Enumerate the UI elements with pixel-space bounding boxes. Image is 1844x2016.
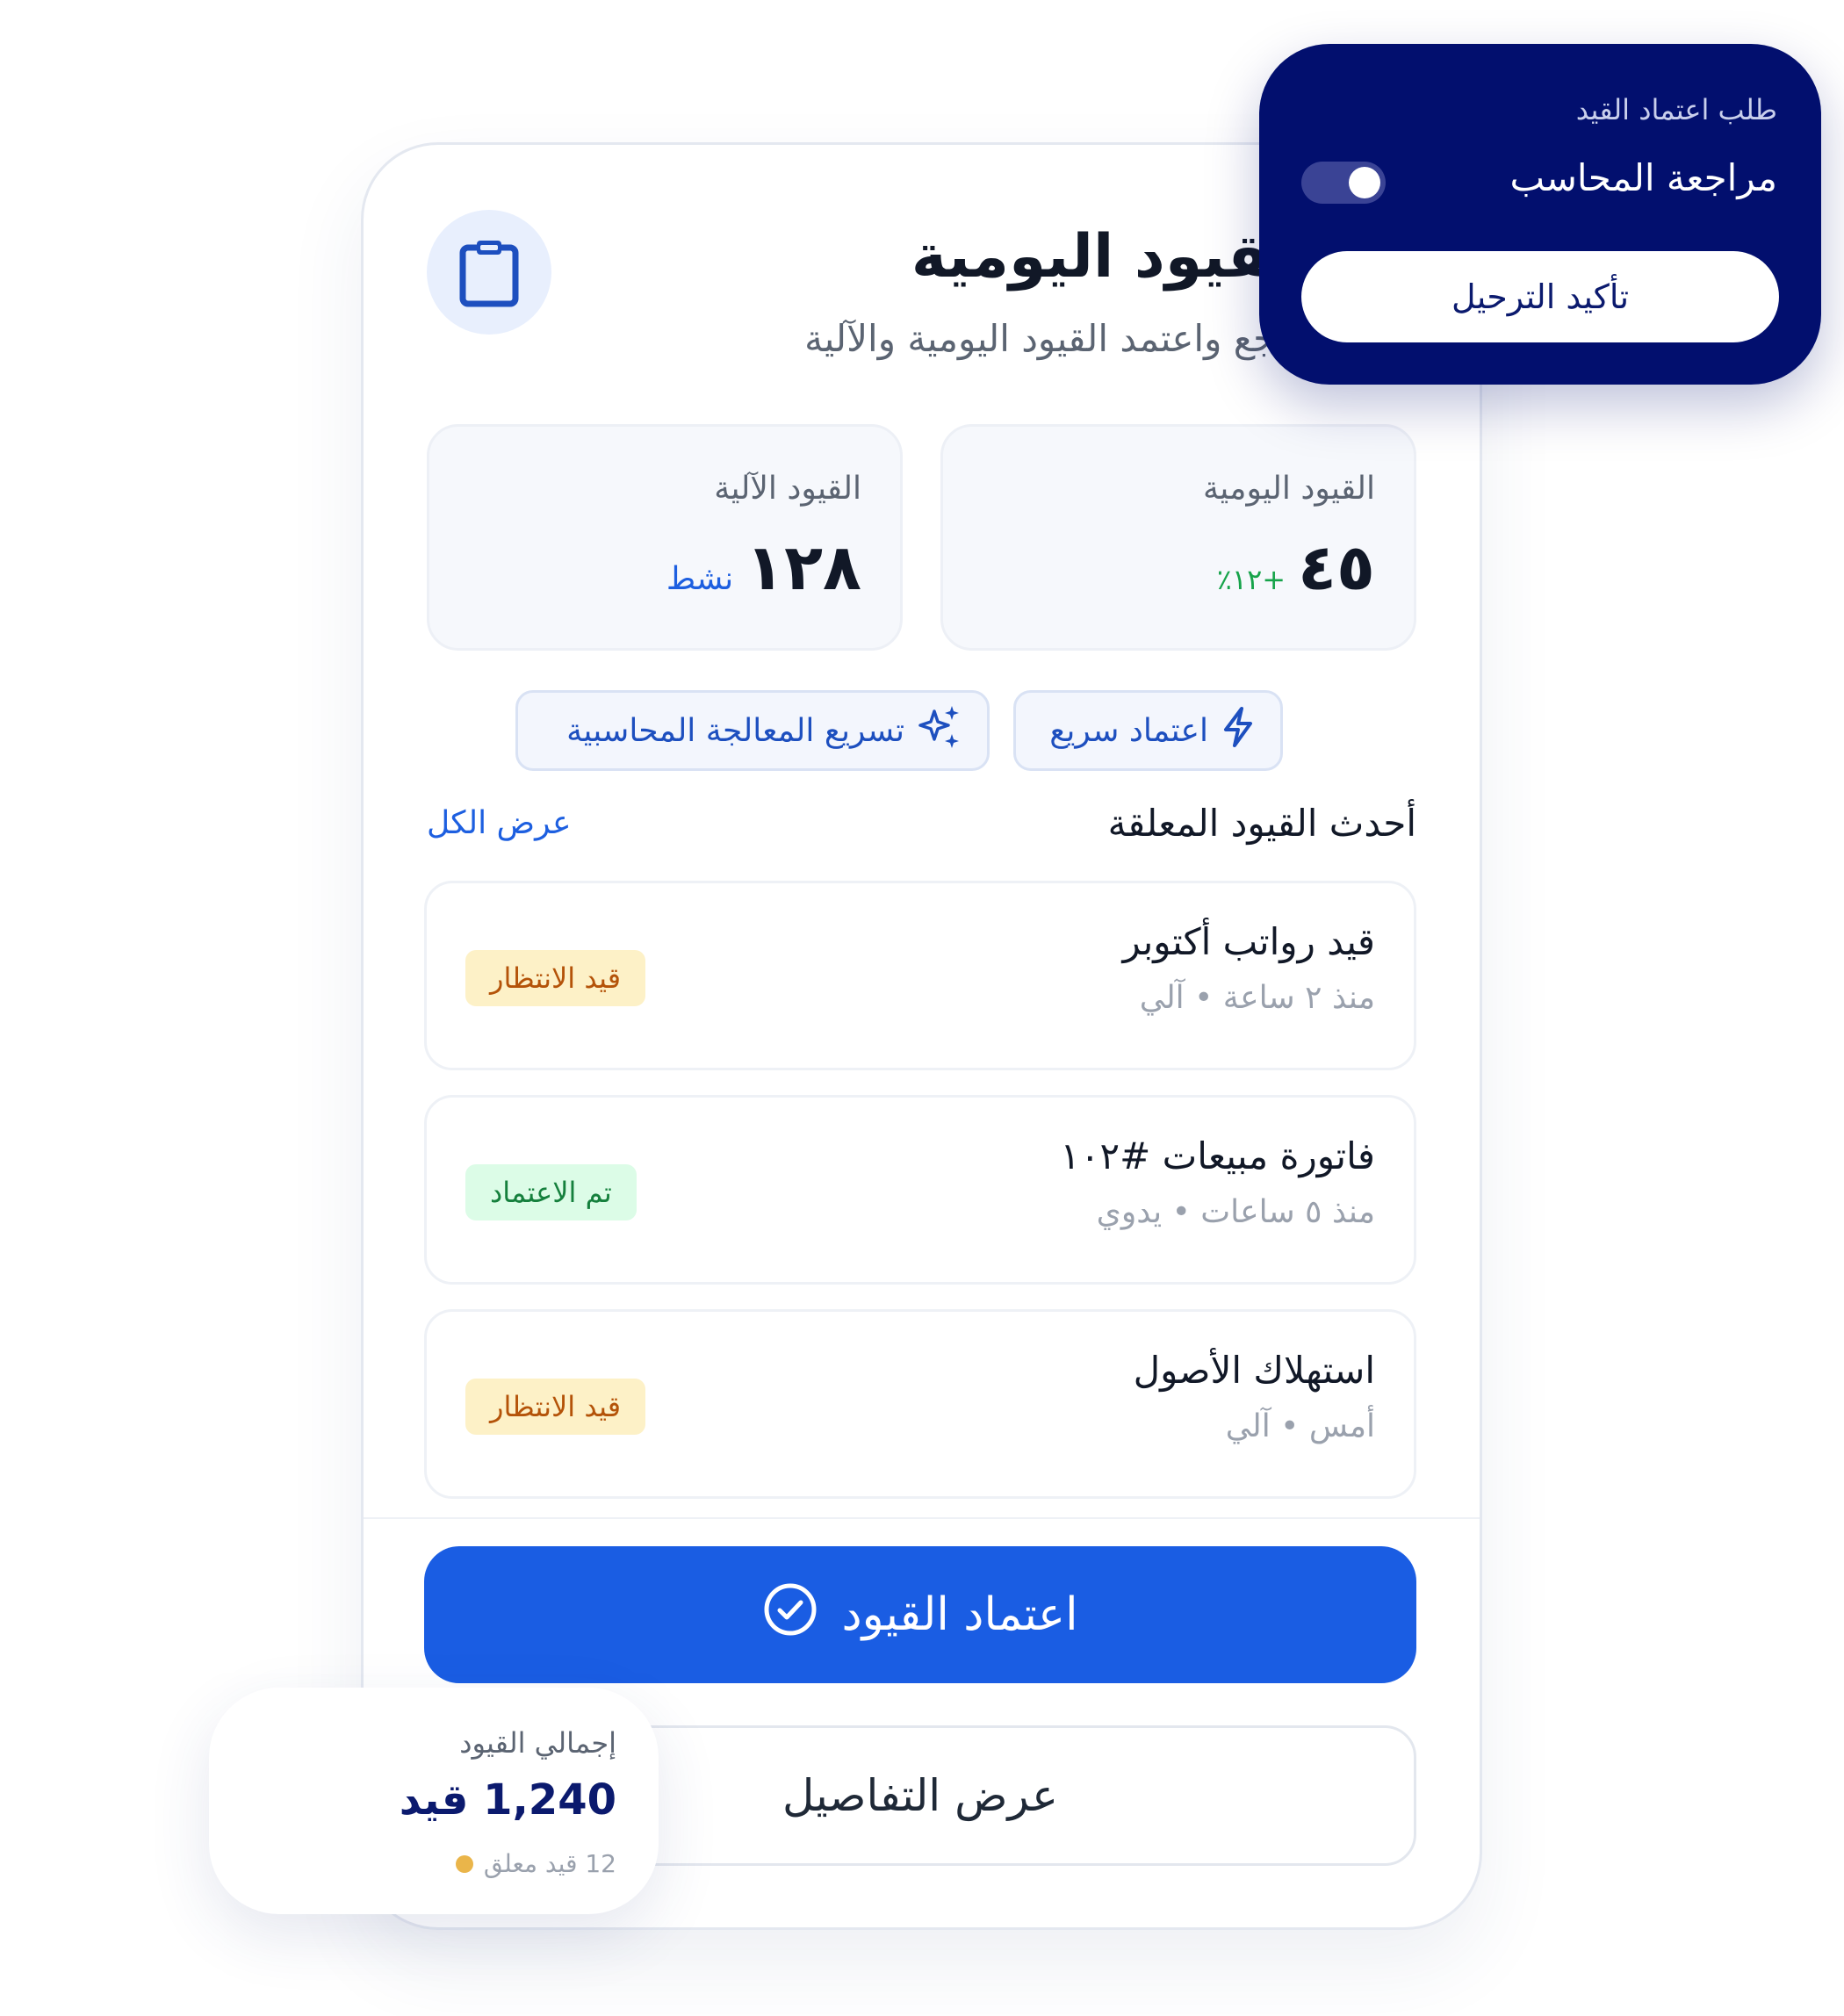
page-subtitle: راجع واعتمد القيود اليومية والآلية bbox=[804, 317, 1304, 360]
entry-meta: منذ ٥ ساعات • يدوي bbox=[1096, 1194, 1375, 1230]
approve-entries-button[interactable]: اعتماد القيود bbox=[424, 1546, 1416, 1683]
stage: القيود اليومية راجع واعتمد القيود اليومي… bbox=[0, 0, 1844, 2016]
stat-value: ٤٥ bbox=[1298, 530, 1375, 604]
status-badge: تم الاعتماد bbox=[465, 1164, 637, 1220]
approval-request-popover: طلب اعتماد القيد مراجعة المحاسب تأكيد ال… bbox=[1259, 44, 1821, 385]
divider bbox=[364, 1517, 1480, 1519]
total-label: إجمالي القيود bbox=[459, 1726, 616, 1760]
accelerate-processing-button[interactable]: تسريع المعالجة المحاسبية bbox=[515, 690, 990, 771]
status-badge: قيد الانتظار bbox=[465, 1379, 646, 1435]
sparkles-icon bbox=[917, 704, 962, 758]
quick-approve-label: اعتماد سريع bbox=[1049, 712, 1208, 749]
accountant-review-label: مراجعة المحاسب bbox=[1509, 156, 1777, 199]
entry-title: استهلاك الأصول bbox=[1133, 1349, 1375, 1392]
total-entries-card: إجمالي القيود 1,240 قيد 12 قيد معلق bbox=[209, 1688, 659, 1914]
confirm-posting-button[interactable]: تأكيد الترحيل bbox=[1301, 251, 1779, 342]
total-value: 1,240 قيد bbox=[399, 1775, 616, 1825]
pending-count-text: 12 قيد معلق bbox=[483, 1849, 616, 1878]
accelerate-label: تسريع المعالجة المحاسبية bbox=[566, 712, 904, 749]
stat-card-automated: القيود الآلية ١٢٨ نشط bbox=[427, 424, 903, 651]
popover-label: طلب اعتماد القيد bbox=[1575, 93, 1777, 126]
check-circle-icon bbox=[762, 1581, 818, 1649]
quick-approve-button[interactable]: اعتماد سريع bbox=[1013, 690, 1283, 771]
clipboard-icon bbox=[427, 210, 551, 335]
approve-entries-label: اعتماد القيود bbox=[841, 1588, 1078, 1641]
accountant-review-toggle[interactable] bbox=[1301, 162, 1386, 204]
entry-meta: منذ ٢ ساعة • آلي bbox=[1139, 980, 1375, 1016]
page-title: القيود اليومية bbox=[911, 222, 1313, 292]
entry-title: فاتورة مبيعات #١٠٢ bbox=[1060, 1134, 1375, 1177]
list-item[interactable]: استهلاك الأصول أمس • آلي قيد الانتظار bbox=[424, 1309, 1416, 1499]
journal-entries-card: القيود اليومية راجع واعتمد القيود اليومي… bbox=[361, 142, 1482, 1930]
list-item[interactable]: فاتورة مبيعات #١٠٢ منذ ٥ ساعات • يدوي تم… bbox=[424, 1095, 1416, 1285]
view-all-link[interactable]: عرض الكل bbox=[427, 805, 571, 841]
stat-delta: +١٢٪ bbox=[1216, 563, 1286, 596]
stat-value: ١٢٨ bbox=[746, 530, 861, 604]
stat-row: ٤٥ +١٢٪ bbox=[1217, 530, 1375, 604]
lightning-icon bbox=[1221, 706, 1256, 756]
pending-section-title: أحدث القيود المعلقة bbox=[1107, 802, 1416, 845]
list-item[interactable]: قيد رواتب أكتوبر منذ ٢ ساعة • آلي قيد ال… bbox=[424, 881, 1416, 1070]
stat-label: القيود الآلية bbox=[714, 471, 861, 507]
pending-dot-icon bbox=[455, 1854, 473, 1873]
stat-unit: نشط bbox=[666, 561, 734, 597]
stat-row: ١٢٨ نشط bbox=[666, 530, 861, 604]
toggle-knob bbox=[1349, 167, 1380, 198]
entry-meta: أمس • آلي bbox=[1225, 1408, 1375, 1444]
status-badge: قيد الانتظار bbox=[465, 950, 646, 1006]
entry-title: قيد رواتب أكتوبر bbox=[1122, 920, 1375, 963]
stat-card-daily: القيود اليومية ٤٥ +١٢٪ bbox=[940, 424, 1416, 651]
stat-label: القيود اليومية bbox=[1203, 471, 1375, 507]
pending-count-note: 12 قيد معلق bbox=[455, 1849, 616, 1878]
